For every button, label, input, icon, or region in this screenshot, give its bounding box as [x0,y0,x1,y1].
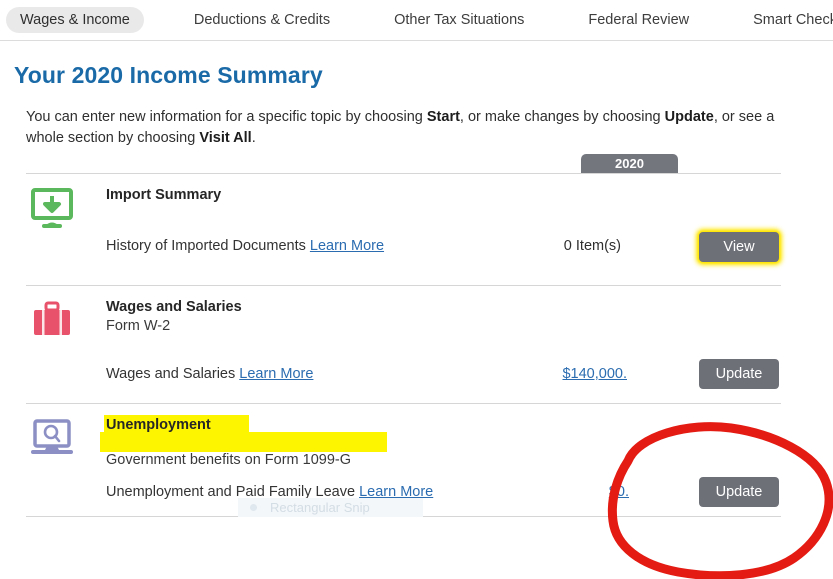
intro-paragraph: You can enter new information for a spec… [26,107,786,149]
section-detail-row: Wages and Salaries Learn More [106,366,313,382]
page-title: Your 2020 Income Summary [14,62,323,88]
section-detail-row: History of Imported Documents Learn More [106,238,384,254]
tab-label: Deductions & Credits [193,12,331,28]
snip-tooltip-label: Rectangular Snip [270,500,370,515]
intro-text-2: , or make changes by choosing [459,109,665,125]
section-title: Wages and Salaries [106,299,242,315]
briefcase-icon [28,298,76,342]
intro-keyword-visit-all: Visit All [199,130,252,146]
monitor-download-icon [28,186,76,230]
section-detail-text: History of Imported Documents [106,238,306,254]
section-title: Import Summary [106,187,222,203]
tab-wages-and-income[interactable]: Wages & Income [6,7,144,33]
highlight-mark-subtitle [100,432,387,452]
intro-text-1: You can enter new information for a spec… [26,109,427,125]
learn-more-link[interactable]: Learn More [239,366,313,382]
learn-more-link[interactable]: Learn More [310,238,384,254]
section-detail-text: Wages and Salaries [106,366,236,382]
tab-label: Other Tax Situations [394,12,525,28]
section-title: Unemployment [106,417,211,433]
tab-smart-check[interactable]: Smart Check [739,7,833,33]
update-button-wages[interactable]: Update [699,359,779,389]
section-import-summary: Import Summary History of Imported Docum… [26,173,781,270]
tab-federal-review[interactable]: Federal Review [574,7,703,33]
section-unemployment: Unemployment Government benefits on Form… [26,403,781,508]
year-column-header: 2020 [581,154,678,173]
intro-keyword-update: Update [664,109,714,125]
view-button[interactable]: View [699,232,779,262]
unemployment-amount-link[interactable]: $0. [609,484,629,500]
tab-deductions-and-credits[interactable]: Deductions & Credits [180,7,344,33]
section-wages-and-salaries: Wages and Salaries Form W-2 Wages and Sa… [26,285,781,390]
tab-label: Wages & Income [20,12,130,28]
section-subtitle: Form W-2 [106,318,171,334]
snip-icon [250,504,257,511]
section-subtitle: Government benefits on Form 1099-G [106,452,352,468]
app-root: Wages & Income Deductions & Credits Othe… [0,0,833,579]
tab-other-tax-situations[interactable]: Other Tax Situations [380,7,538,33]
intro-text-4: . [251,130,256,146]
tab-label: Smart Check [753,12,833,28]
update-button-unemployment[interactable]: Update [699,477,779,507]
laptop-search-icon [28,416,76,460]
tab-label: Federal Review [588,12,690,28]
wages-amount-link[interactable]: $140,000. [562,366,627,382]
rectangular-snip-tooltip: Rectangular Snip [238,498,423,517]
intro-keyword-start: Start [426,109,460,125]
top-tab-bar: Wages & Income Deductions & Credits Othe… [0,0,833,41]
item-count-value: 0 Item(s) [563,238,621,254]
